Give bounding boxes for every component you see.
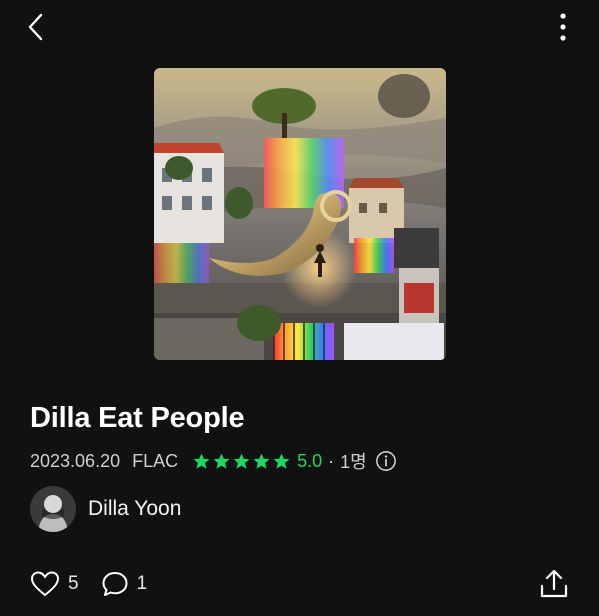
album-cover-art: [154, 68, 446, 360]
heart-icon: [30, 571, 60, 597]
star-icon: [193, 453, 210, 469]
like-button[interactable]: 5: [30, 570, 79, 598]
album-title: Dilla Eat People: [30, 402, 245, 434]
separator: ·: [328, 450, 335, 471]
avatar[interactable]: [30, 486, 76, 532]
avatar-icon: [30, 486, 76, 532]
artist-name[interactable]: Dilla Yoon: [88, 497, 181, 521]
star-icon: [273, 453, 290, 469]
chevron-left-icon: [28, 13, 43, 41]
audio-format: FLAC: [132, 450, 179, 471]
share-button[interactable]: [538, 568, 570, 600]
album-cover[interactable]: [154, 68, 446, 360]
star-icon: [213, 453, 230, 469]
star-icon: [233, 453, 250, 469]
comment-bubble-icon: [102, 572, 128, 596]
release-date: 2023.06.20: [30, 450, 121, 471]
top-bar: [0, 0, 599, 56]
artist-row[interactable]: Dilla Yoon: [30, 486, 181, 532]
star-rating[interactable]: 5.0: [192, 451, 322, 472]
back-button[interactable]: [22, 10, 52, 44]
info-circle-icon[interactable]: [375, 450, 397, 472]
vertical-dots-icon: [560, 13, 566, 41]
like-count: 5: [68, 573, 79, 594]
action-bar: 5 1: [30, 568, 147, 600]
rating-value: 5.0: [297, 450, 323, 471]
share-upload-icon: [540, 569, 568, 598]
album-meta: 2023.06.20 FLAC 5.0 · 1명: [30, 448, 397, 474]
comment-count: 1: [136, 573, 148, 594]
more-options-button[interactable]: [548, 10, 578, 44]
star-icon: [253, 453, 270, 469]
rating-count: 1명: [340, 452, 367, 472]
comment-button[interactable]: 1: [101, 570, 148, 598]
